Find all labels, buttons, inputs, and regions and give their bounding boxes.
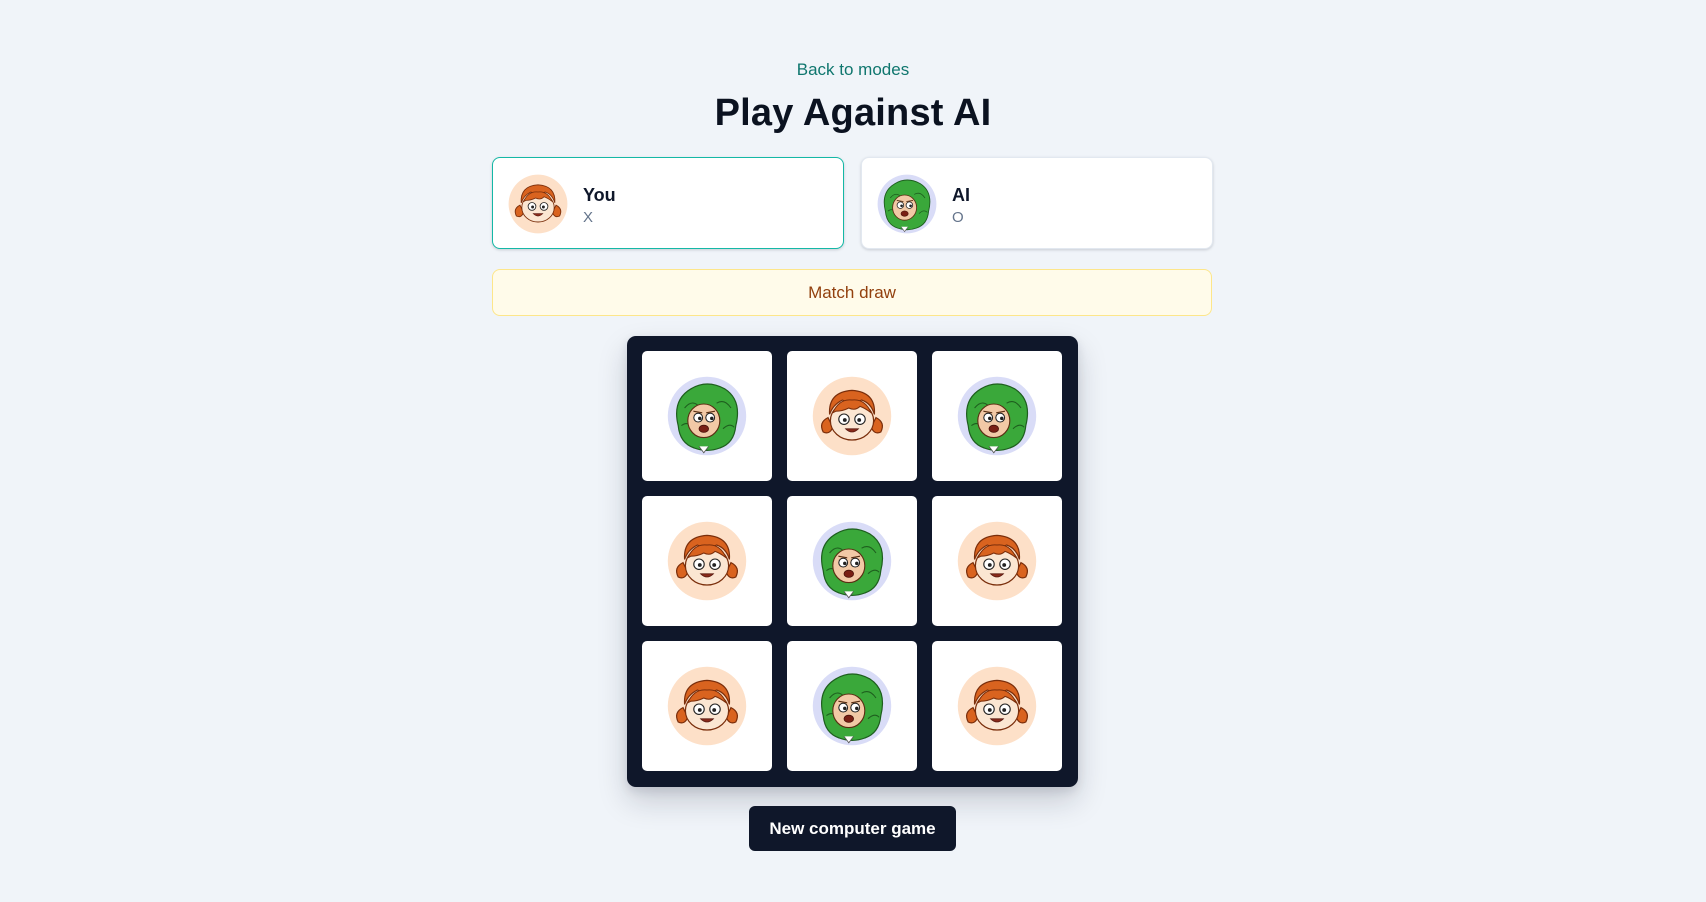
- orange-hair-face-icon: [957, 521, 1037, 601]
- player-symbol-ai: O: [952, 209, 964, 226]
- board-cell-7[interactable]: [642, 641, 772, 771]
- back-to-modes-link[interactable]: Back to modes: [797, 60, 909, 79]
- orange-hair-face-icon: [667, 521, 747, 601]
- player-card-ai: AI O: [861, 157, 1213, 249]
- green-hair-face-icon: [877, 174, 937, 234]
- board-cell-8[interactable]: [787, 641, 917, 771]
- player-card-you: You X: [492, 157, 844, 249]
- board-cell-3[interactable]: [932, 351, 1062, 481]
- board-cell-1[interactable]: [642, 351, 772, 481]
- new-computer-game-button[interactable]: New computer game: [749, 806, 956, 851]
- green-hair-face-icon: [957, 376, 1037, 456]
- orange-hair-face-icon: [957, 666, 1037, 746]
- board-cell-5[interactable]: [787, 496, 917, 626]
- page-title: Play Against AI: [714, 92, 992, 134]
- status-banner: Match draw: [492, 269, 1212, 316]
- orange-hair-face-icon: [667, 666, 747, 746]
- player-name-you: You: [583, 185, 616, 205]
- orange-hair-face-icon: [812, 376, 892, 456]
- player-symbol-you: X: [583, 209, 594, 226]
- green-hair-face-icon: [812, 521, 892, 601]
- back-to-modes-link-wrap: Back to modes: [0, 60, 1706, 80]
- green-hair-face-icon: [667, 376, 747, 456]
- orange-hair-face-icon: [508, 174, 568, 234]
- board-cell-2[interactable]: [787, 351, 917, 481]
- game-board: [627, 336, 1078, 787]
- player-name-ai: AI: [952, 185, 970, 205]
- board-cell-9[interactable]: [932, 641, 1062, 771]
- board-cell-4[interactable]: [642, 496, 772, 626]
- green-hair-face-icon: [812, 666, 892, 746]
- board-cell-6[interactable]: [932, 496, 1062, 626]
